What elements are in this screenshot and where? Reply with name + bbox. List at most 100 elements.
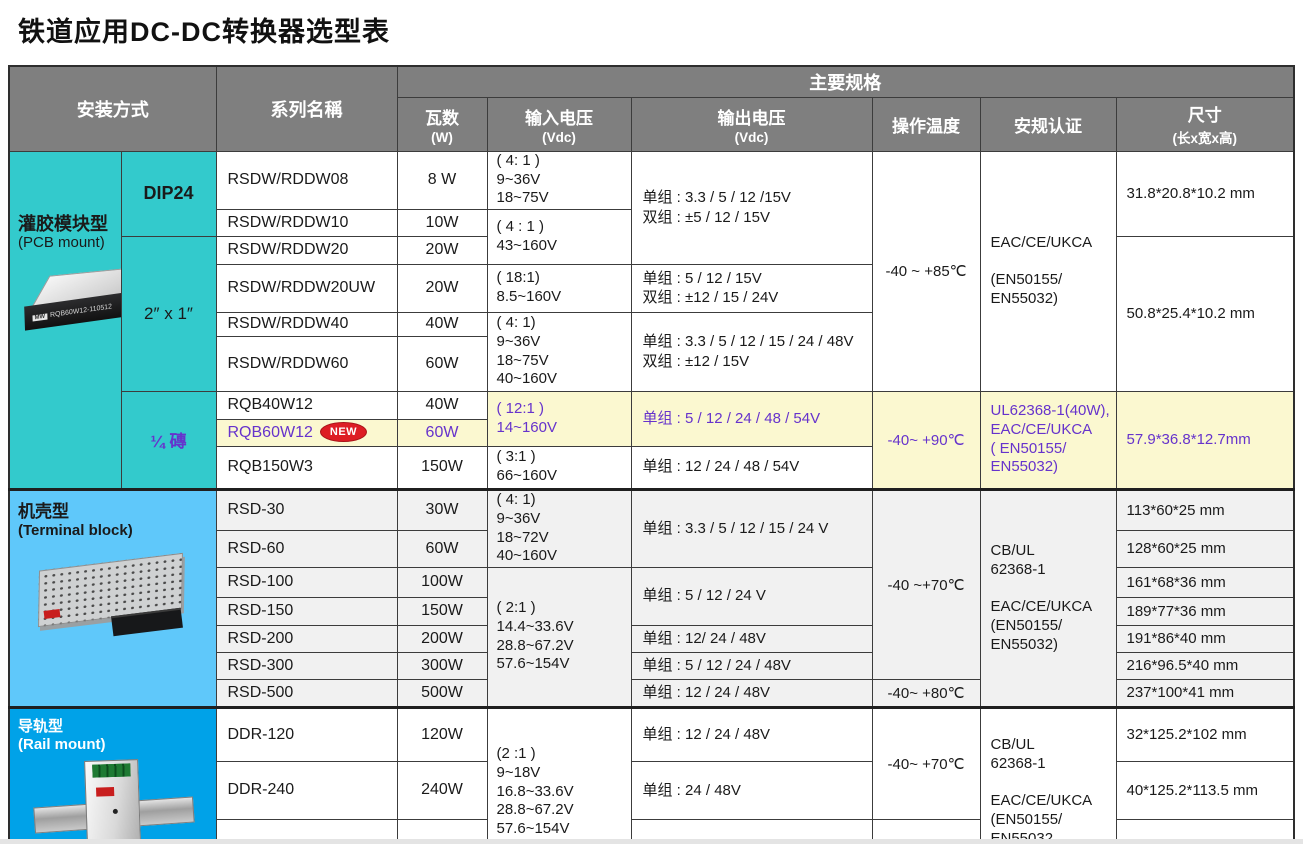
output-voltage-cell-highlight: 单组 : 5 / 12 / 24 / 48 / 54V xyxy=(631,391,872,446)
input-voltage-cell-highlight: ( 12:1 ) 14~160V xyxy=(487,391,631,446)
series-cell: RSD-150 xyxy=(216,597,397,625)
operating-temp-cell: -40 ~+70℃ xyxy=(872,489,980,679)
output-voltage-cell: 单组 : 5 / 12 / 15V 双组 : ±12 / 15 / 24V xyxy=(631,264,872,312)
certification-cell: EAC/CE/UKCA (EN50155/ EN55032) xyxy=(980,151,1116,391)
group-pcb-mount-cell: 灌胶模块型 (PCB mount) MWRQB60W12-110512 xyxy=(9,151,121,489)
header-input-unit: (Vdc) xyxy=(488,130,631,145)
operating-temp-cell-highlight: -40~ +90℃ xyxy=(872,391,980,489)
header-dimensions: 尺寸 (长x宽x高) xyxy=(1116,97,1294,151)
pcb-module-photo: MWRQB60W12-110512 xyxy=(18,266,121,338)
pcb-module-part-number: RQB60W12-110512 xyxy=(50,303,112,319)
wattage-cell: 40W xyxy=(397,391,487,419)
wattage-cell: 150W xyxy=(397,446,487,489)
dimension-cell: 128*60*25 mm xyxy=(1116,530,1294,567)
header-wattage: 瓦数 (W) xyxy=(397,97,487,151)
series-cell: RSDW/RDDW20UW xyxy=(216,264,397,312)
series-cell: RSDW/RDDW60 xyxy=(216,336,397,391)
series-cell: RSD-100 xyxy=(216,567,397,597)
series-cell: RQB40W12 xyxy=(216,391,397,419)
wattage-cell: 20W xyxy=(397,236,487,264)
din-psu-body xyxy=(84,759,142,844)
series-cell: DDR-240 xyxy=(216,761,397,819)
operating-temp-cell: -40 ~ +85℃ xyxy=(872,151,980,391)
dimension-cell: 40*125.2*113.5 mm xyxy=(1116,761,1294,819)
wattage-cell: 60W xyxy=(397,530,487,567)
adjust-hole xyxy=(113,808,118,813)
series-name: RQB60W12 xyxy=(228,424,313,441)
wattage-cell: 30W xyxy=(397,489,487,530)
group-terminal-block-label-en: (Terminal block) xyxy=(18,522,212,540)
series-cell: RSDW/RDDW20 xyxy=(216,236,397,264)
output-voltage-cell: 单组 : 3.3 / 5 / 12 / 15 / 24 V xyxy=(631,489,872,567)
subgroup-quarter-brick: ¼ 磚 xyxy=(121,391,216,489)
operating-temp-cell: -40~ +80℃ xyxy=(872,679,980,707)
output-voltage-cell: 单组 : 12 / 24 / 48V xyxy=(631,707,872,761)
subgroup-dip24: DIP24 xyxy=(121,151,216,236)
header-dim-label: 尺寸 xyxy=(1117,101,1294,126)
dimension-cell: 50.8*25.4*10.2 mm xyxy=(1116,236,1294,391)
group-rail-mount-label: 导轨型 xyxy=(18,715,212,736)
series-cell: RSDW/RDDW10 xyxy=(216,209,397,236)
input-voltage-cell: ( 18:1) 8.5~160V xyxy=(487,264,631,312)
terminal-block-top xyxy=(92,763,130,777)
input-voltage-cell: ( 4: 1) 9~36V 18~72V 40~160V xyxy=(487,489,631,567)
series-cell: RSDW/RDDW08 xyxy=(216,151,397,209)
page-title: 铁道应用DC-DC转换器选型表 xyxy=(18,10,390,49)
series-cell: DDR-120 xyxy=(216,707,397,761)
wattage-cell: 100W xyxy=(397,567,487,597)
wattage-cell: 150W xyxy=(397,597,487,625)
group-terminal-block-label: 机壳型 xyxy=(18,497,212,522)
header-certifications: 安规认证 xyxy=(980,97,1116,151)
dimension-cell: 189*77*36 mm xyxy=(1116,597,1294,625)
output-voltage-cell: 单组 : 5 / 12 / 24 / 48V xyxy=(631,652,872,679)
input-voltage-cell: ( 4 : 1 ) 43~160V xyxy=(487,209,631,264)
subgroup-2x1-inch: 2″ x 1″ xyxy=(121,236,216,391)
header-output-voltage: 输出电压 (Vdc) xyxy=(631,97,872,151)
series-cell: RSD-30 xyxy=(216,489,397,530)
mw-logo xyxy=(96,786,114,796)
input-voltage-cell: ( 4: 1) 9~36V 18~75V 40~160V xyxy=(487,312,631,391)
pcb-module-caption: MWRQB60W12-110512 xyxy=(24,303,112,322)
rail-mount-photo xyxy=(30,758,200,844)
series-cell: RSD-300 xyxy=(216,652,397,679)
dimension-cell-highlight: 57.9*36.8*12.7mm xyxy=(1116,391,1294,489)
output-voltage-cell: 单组 : 5 / 12 / 24 V xyxy=(631,567,872,625)
dimension-cell: 31.8*20.8*10.2 mm xyxy=(1116,151,1294,236)
output-voltage-cell: 单组 : 3.3 / 5 / 12 /15V 双组 : ±5 / 12 / 15… xyxy=(631,151,872,264)
series-cell: RSD-60 xyxy=(216,530,397,567)
header-mount: 安装方式 xyxy=(9,66,216,151)
wattage-cell: 120W xyxy=(397,707,487,761)
certification-cell-highlight: UL62368-1(40W), EAC/CE/UKCA ( EN50155/ E… xyxy=(980,391,1116,489)
input-voltage-cell: ( 3:1 ) 66~160V xyxy=(487,446,631,489)
header-input-voltage: 输入电压 (Vdc) xyxy=(487,97,631,151)
new-badge: NEW xyxy=(320,422,367,442)
header-main-specs: 主要规格 xyxy=(397,66,1294,97)
selection-table-page: 铁道应用DC-DC转换器选型表 安装方式 系列名稱 主要规格 瓦数 (W) 输入 xyxy=(0,0,1303,844)
operating-temp-cell: -40~ +70℃ xyxy=(872,707,980,820)
header-input-label: 输入电压 xyxy=(488,104,631,129)
group-rail-mount-label-en: (Rail mount) xyxy=(18,736,212,754)
dimension-cell: 32*125.2*102 mm xyxy=(1116,707,1294,761)
wattage-cell: 60W xyxy=(397,336,487,391)
output-voltage-cell: 单组 : 12/ 24 / 48V xyxy=(631,625,872,652)
group-pcb-mount-label: 灌胶模块型 xyxy=(18,214,117,235)
input-voltage-cell: (2 :1 ) 9~18V 16.8~33.6V 28.8~67.2V 57.6… xyxy=(487,707,631,844)
group-terminal-block-cell: 机壳型 (Terminal block) xyxy=(9,489,216,707)
mw-logo: MW xyxy=(32,313,47,321)
series-cell-new-product: RQB60W12 NEW xyxy=(216,419,397,446)
dimension-cell: 113*60*25 mm xyxy=(1116,489,1294,530)
header-wattage-unit: (W) xyxy=(398,130,487,145)
dimension-cell: 191*86*40 mm xyxy=(1116,625,1294,652)
terminal-block-photo xyxy=(30,552,200,644)
header-output-unit: (Vdc) xyxy=(632,130,872,145)
dimension-cell: 161*68*36 mm xyxy=(1116,567,1294,597)
mw-logo xyxy=(43,609,60,619)
selection-table: 安装方式 系列名稱 主要规格 瓦数 (W) 输入电压 (Vdc) 输出电压 (V… xyxy=(8,65,1295,844)
wattage-cell: 10W xyxy=(397,209,487,236)
wattage-cell: 40W xyxy=(397,312,487,336)
header-operating-temp: 操作温度 xyxy=(872,97,980,151)
header-dim-unit: (长x宽x高) xyxy=(1117,127,1294,147)
certification-cell: CB/UL 62368-1 EAC/CE/UKCA (EN50155/ EN55… xyxy=(980,489,1116,707)
series-cell: RQB150W3 xyxy=(216,446,397,489)
series-cell: RSD-500 xyxy=(216,679,397,707)
